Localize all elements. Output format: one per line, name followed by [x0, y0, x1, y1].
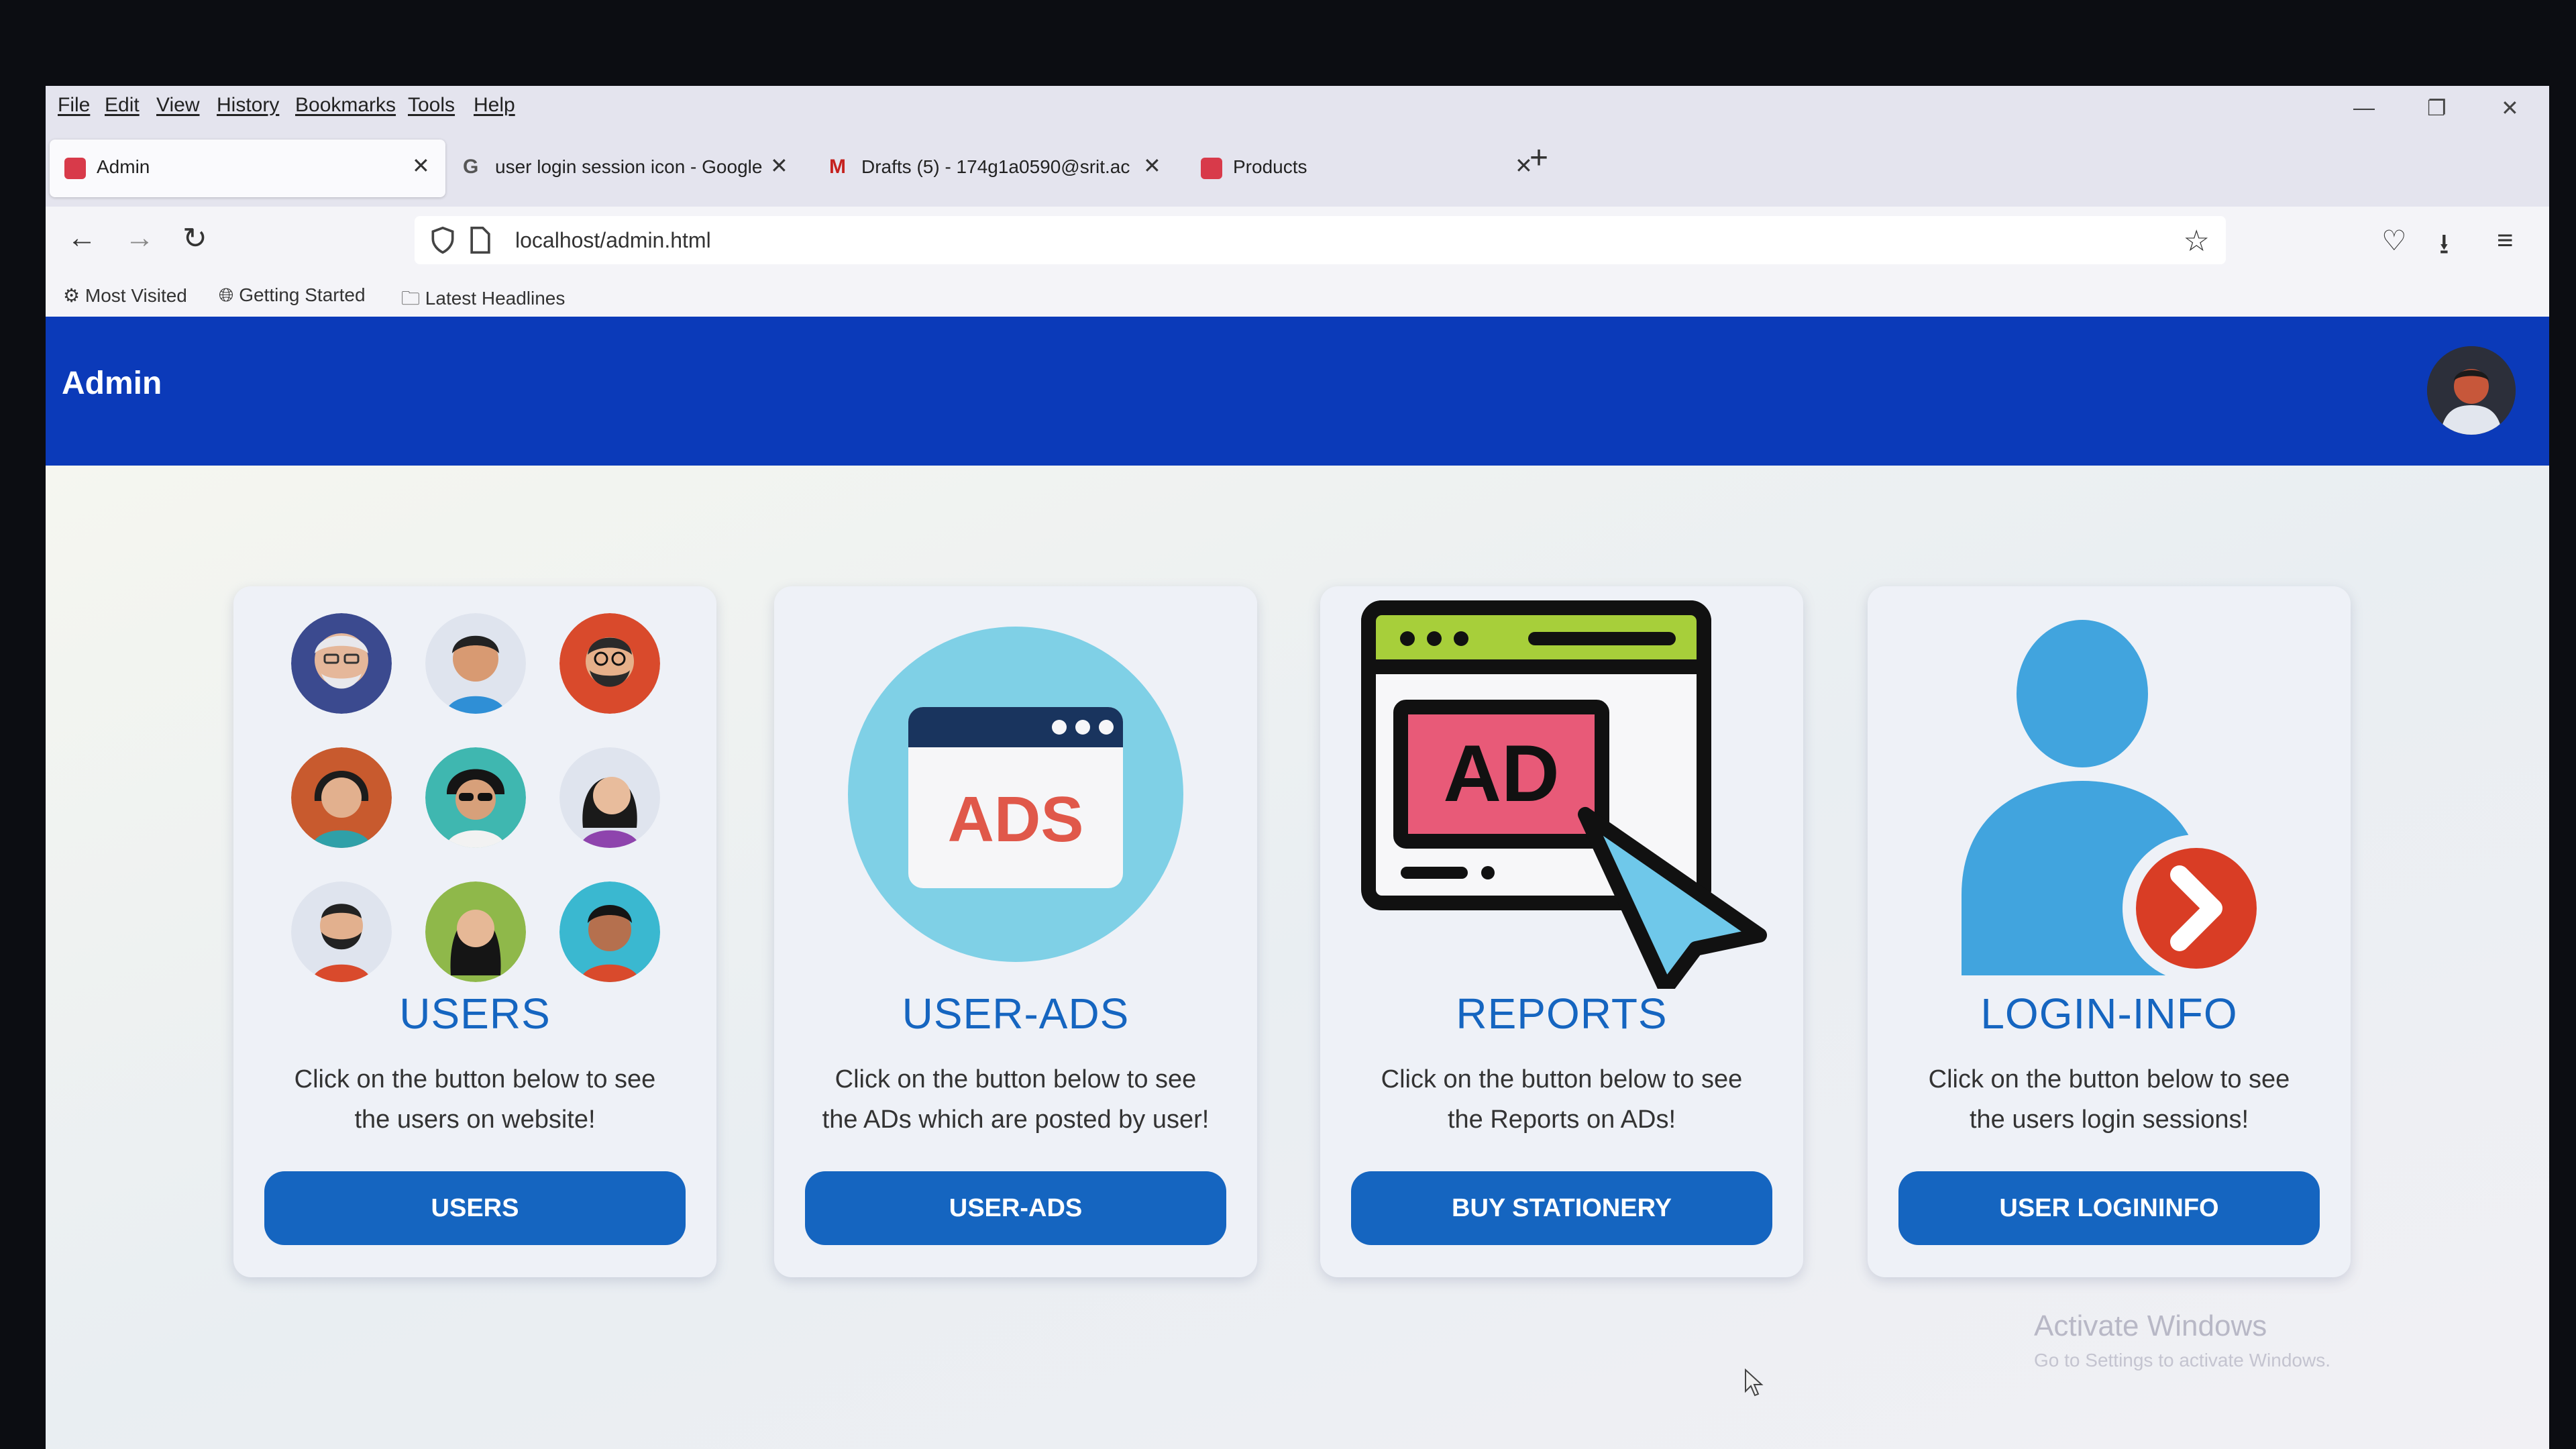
- tab-title: user login session icon - Google: [495, 156, 763, 177]
- reports-card-title: REPORTS: [1456, 989, 1668, 1038]
- description-line: the users on website!: [354, 1106, 596, 1134]
- google-icon: G: [463, 156, 479, 178]
- page-icon: [470, 226, 490, 254]
- bookmark-label: Getting Started: [239, 284, 366, 305]
- tab-strip: Admin ✕ G user login session icon - Goog…: [46, 126, 2549, 207]
- back-arrow-icon[interactable]: ←: [67, 221, 97, 255]
- avatar-young-man-icon: [559, 881, 660, 982]
- globe-icon: 🌐︎: [219, 284, 234, 305]
- ads-icon-text: ADS: [948, 784, 1084, 855]
- avatar-long-hair-woman-icon: [559, 747, 660, 848]
- tab-title: Products: [1233, 156, 1307, 177]
- avatar-elder-icon: [291, 613, 392, 714]
- menu-view[interactable]: View: [156, 94, 199, 117]
- activate-windows-title: Activate Windows: [2034, 1309, 2267, 1342]
- user-login-arrow-icon: [1962, 620, 2270, 975]
- page-title: Admin: [62, 366, 162, 401]
- users-card: USERS Click on the button below to see t…: [233, 586, 716, 1277]
- login-info-card-description: Click on the button below to see the use…: [1888, 1059, 2330, 1140]
- menu-help[interactable]: Help: [474, 94, 515, 117]
- address-bar[interactable]: localhost/admin.html ☆: [415, 216, 2226, 264]
- ad-icon-text: AD: [1443, 729, 1559, 818]
- menu-edit[interactable]: Edit: [105, 94, 140, 117]
- bookmarks-toolbar: ⚙ Most Visited 🌐︎ Getting Started 🗀 Late…: [46, 275, 2549, 317]
- user-avatar-icon: [2427, 346, 2516, 435]
- bookmark-latest-headlines[interactable]: 🗀 Latest Headlines: [401, 284, 565, 317]
- users-card-description: Click on the button below to see the use…: [254, 1059, 696, 1140]
- login-info-card-title: LOGIN-INFO: [1980, 989, 2238, 1038]
- favicon-icon: [1201, 158, 1222, 179]
- pocket-icon[interactable]: ♡: [2381, 224, 2407, 257]
- minimize-icon[interactable]: —: [2353, 95, 2375, 120]
- close-window-icon[interactable]: ✕: [2501, 95, 2519, 121]
- bookmark-getting-started[interactable]: 🌐︎ Getting Started: [219, 284, 366, 307]
- close-tab-icon[interactable]: ✕: [412, 153, 430, 178]
- description-line: Click on the button below to see: [1381, 1065, 1743, 1093]
- forward-arrow-icon[interactable]: →: [125, 221, 154, 255]
- description-line: Click on the button below to see: [835, 1065, 1197, 1093]
- close-tab-icon[interactable]: ✕: [1143, 153, 1161, 178]
- user-ads-card-description: Click on the button below to see the ADs…: [794, 1059, 1237, 1140]
- favicon-icon: [64, 158, 86, 179]
- activate-windows-subtitle: Go to Settings to activate Windows.: [2034, 1350, 2330, 1371]
- tab-admin[interactable]: Admin ✕: [50, 140, 445, 197]
- description-line: the ADs which are posted by user!: [822, 1106, 1210, 1134]
- bookmark-most-visited[interactable]: ⚙ Most Visited: [63, 284, 187, 307]
- folder-icon: 🗀: [401, 288, 421, 309]
- profile-avatar[interactable]: [2427, 346, 2516, 435]
- users-card-title: USERS: [399, 989, 551, 1038]
- gear-icon: ⚙: [63, 285, 80, 306]
- description-line: the users login sessions!: [1969, 1106, 2249, 1134]
- url-text: localhost/admin.html: [515, 228, 711, 252]
- tab-gmail-drafts[interactable]: M Drafts (5) - 174g1a0590@srit.ac ✕: [814, 140, 1170, 197]
- reports-card: AD REPORTS Click on the button below to …: [1320, 586, 1803, 1277]
- avatar-sunglasses-icon: [425, 747, 526, 848]
- shield-icon[interactable]: [428, 225, 458, 255]
- app-header: Admin: [46, 317, 2549, 466]
- tab-products[interactable]: Products ✕: [1186, 140, 1548, 197]
- bookmark-star-icon[interactable]: ☆: [2184, 224, 2210, 258]
- download-icon[interactable]: ⭳: [2439, 224, 2449, 272]
- browser-window: File Edit View History Bookmarks Tools H…: [46, 86, 2549, 1449]
- bookmark-label: Most Visited: [85, 285, 187, 306]
- reload-icon[interactable]: ↻: [182, 221, 207, 256]
- avatar-bearded-man-icon: [559, 613, 660, 714]
- user-ads-button[interactable]: USER-ADS: [805, 1171, 1226, 1245]
- tab-title: Drafts (5) - 174g1a0590@srit.ac: [861, 156, 1130, 177]
- reports-card-description: Click on the button below to see the Rep…: [1340, 1059, 1783, 1140]
- menu-file[interactable]: File: [58, 94, 90, 117]
- users-button[interactable]: USERS: [264, 1171, 686, 1245]
- description-line: the Reports on ADs!: [1447, 1106, 1676, 1134]
- menu-bookmarks[interactable]: Bookmarks: [295, 94, 396, 117]
- user-ads-card: ADS USER-ADS Click on the button below t…: [774, 586, 1257, 1277]
- hamburger-menu-icon[interactable]: ≡: [2497, 224, 2514, 256]
- avatar-beard-icon: [291, 881, 392, 982]
- dashboard-content: USERS Click on the button below to see t…: [46, 466, 2549, 1449]
- user-ads-card-title: USER-ADS: [902, 989, 1130, 1038]
- avatar-woman-icon: [291, 747, 392, 848]
- avatar-braids-icon: [425, 881, 526, 982]
- menu-tools[interactable]: Tools: [408, 94, 455, 117]
- new-tab-plus-icon[interactable]: +: [1529, 140, 1548, 176]
- description-line: Click on the button below to see: [1928, 1065, 2290, 1093]
- login-info-card: LOGIN-INFO Click on the button below to …: [1868, 586, 2351, 1277]
- navigation-bar: ← → ↻ localhost/admin.html ☆ ♡ ⭳ ≡: [46, 207, 2549, 275]
- ad-report-cursor-icon: AD: [1361, 600, 1767, 989]
- restore-icon[interactable]: ❐: [2427, 95, 2447, 121]
- mouse-cursor-icon: [1745, 1368, 1764, 1397]
- gmail-icon: M: [829, 156, 846, 178]
- user-logininfo-button[interactable]: USER LOGININFO: [1898, 1171, 2320, 1245]
- tab-title: Admin: [97, 156, 150, 177]
- menu-history[interactable]: History: [217, 94, 279, 117]
- close-tab-icon[interactable]: ✕: [770, 153, 788, 178]
- description-line: Click on the button below to see: [294, 1065, 656, 1093]
- ads-browser-icon: ADS: [848, 627, 1183, 962]
- menu-bar: File Edit View History Bookmarks Tools H…: [46, 86, 2549, 126]
- buy-stationery-button[interactable]: BUY STATIONERY: [1351, 1171, 1772, 1245]
- avatar-man-icon: [425, 613, 526, 714]
- tab-google-search[interactable]: G user login session icon - Google ✕: [448, 140, 797, 197]
- bookmark-label: Latest Headlines: [425, 288, 566, 309]
